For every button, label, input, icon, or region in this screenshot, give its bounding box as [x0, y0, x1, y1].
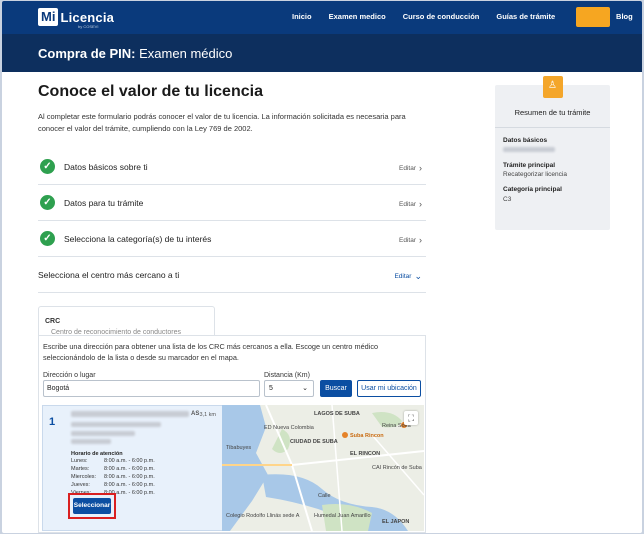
search-button[interactable]: Buscar: [320, 380, 352, 397]
step-centro[interactable]: Selecciona el centro más cercano a ti Ed…: [38, 257, 426, 293]
map-label: EL JAPON: [382, 519, 410, 525]
fullscreen-icon[interactable]: ⛶: [404, 411, 418, 425]
top-navigation: Mi Licencia by COSEVI Inicio Examen medi…: [2, 1, 642, 34]
map-label: CIUDAD DE SUBA: [290, 439, 338, 445]
step-label: Datos básicos sobre ti: [64, 162, 148, 172]
hours-time: 8:00 a.m. - 6:00 p.m.: [104, 466, 155, 472]
hours-row: Jueves: 8:00 a.m. - 6:00 p.m.: [71, 482, 155, 488]
account-button[interactable]: [576, 7, 610, 27]
page-title: Conoce el valor de tu licencia: [38, 83, 263, 100]
redacted-name: [71, 411, 189, 417]
page-header-title: Compra de PIN: Examen médico: [38, 46, 232, 61]
id-card-icon: ♙: [543, 76, 563, 98]
map-label: CAI Rincón de Suba: [372, 465, 422, 471]
map-label: ED Nueva Colombia: [264, 425, 314, 431]
result-name-suffix: AS: [191, 411, 200, 417]
divider: [495, 127, 610, 128]
hours-time: 8:00 a.m. - 6:00 p.m.: [104, 482, 155, 488]
map-label: Colegio Rodolfo Llinás sede A: [226, 513, 300, 519]
tab-label: CRC Centro de reconocimiento de conducto…: [45, 318, 181, 336]
edit-link[interactable]: Editar ›: [399, 234, 422, 245]
check-icon: ✓: [40, 159, 55, 174]
result-index: 1: [49, 416, 56, 428]
summary-key: Trámite principal: [503, 162, 556, 169]
map-label: EL RINCON: [350, 451, 381, 457]
chevron-right-icon: ›: [419, 235, 422, 245]
map-label: Suba Rincon: [350, 433, 384, 439]
hours-day: Miercoles:: [71, 474, 97, 480]
hours-row: Lunes: 8:00 a.m. - 6:00 p.m.: [71, 458, 155, 464]
intro-text: Al completar este formulario podrás cono…: [38, 112, 406, 133]
distance-value: 5: [269, 385, 273, 392]
step-label: Selecciona la categoría(s) de tu interés: [64, 234, 212, 244]
logo-mi: Mi: [38, 8, 59, 26]
summary-key: Datos básicos: [503, 137, 548, 144]
step-categoria[interactable]: ✓ Selecciona la categoría(s) de tu inter…: [38, 221, 426, 257]
edit-label: Editar: [399, 165, 416, 172]
select-button[interactable]: Seleccionar: [73, 498, 111, 514]
hours-day: Martes:: [71, 466, 90, 472]
redacted-value: [503, 147, 555, 152]
logo-word: Licencia: [60, 9, 115, 25]
edit-link[interactable]: Editar ›: [399, 198, 422, 209]
summary-title: Resumen de tu trámite: [514, 108, 591, 117]
header-prefix: Compra de PIN:: [38, 46, 136, 61]
header-title: Examen médico: [139, 46, 233, 61]
hours-title: Horario de atención: [71, 451, 123, 457]
address-label: Dirección o lugar: [43, 372, 96, 379]
nav-link-curso[interactable]: Curso de conducción: [403, 12, 480, 21]
chevron-right-icon: ›: [419, 163, 422, 173]
tab-abbr: CRC: [45, 318, 61, 325]
map-label: Calle: [318, 493, 331, 499]
nav-link-inicio[interactable]: Inicio: [292, 12, 312, 21]
result-card[interactable]: 1 AS 3,1 km Horario de atención Lunes: 8:…: [42, 405, 223, 531]
hours-row: Martes: 8:00 a.m. - 6:00 p.m.: [71, 466, 155, 472]
result-distance: 3,1 km: [199, 412, 216, 418]
nav-link-guias-label: Guías de trámite: [496, 12, 556, 21]
edit-label: Editar: [394, 273, 412, 280]
tab-crc[interactable]: CRC Centro de reconocimiento de conducto…: [38, 306, 215, 336]
map-label: LAGOS DE SUBA: [314, 411, 360, 417]
summary-value: C3: [503, 196, 512, 203]
hours-row: Miercoles: 8:00 a.m. - 6:00 p.m.: [71, 474, 155, 480]
distance-label: Distancia (Km): [264, 372, 310, 379]
check-icon: ✓: [40, 231, 55, 246]
summary-panel: ♙ Resumen de tu trámite Datos básicos Tr…: [495, 76, 610, 230]
map-label: Humedal Juan Amarillo: [314, 513, 371, 519]
edit-label: Editar: [399, 201, 416, 208]
step-label: Selecciona el centro más cercano a ti: [38, 270, 180, 280]
map[interactable]: LAGOS DE SUBA Reina Sofía ED Nueva Colom…: [222, 405, 424, 531]
address-input[interactable]: Bogotá: [43, 380, 260, 397]
edit-label: Editar: [399, 237, 416, 244]
chevron-down-icon: ⌄: [414, 271, 422, 281]
nav-link-blog[interactable]: Blog: [616, 12, 633, 21]
step-datos-basicos[interactable]: ✓ Datos básicos sobre ti Editar ›: [38, 149, 426, 185]
step-datos-tramite[interactable]: ✓ Datos para tu trámite Editar ›: [38, 185, 426, 221]
summary-value: Recategorizar licencia: [503, 171, 567, 178]
hours-day: Lunes:: [71, 458, 88, 464]
step-label: Datos para tu trámite: [64, 198, 144, 208]
crc-panel: Escribe una dirección para obtener una l…: [38, 335, 426, 533]
logo-subtitle: by COSEVI: [78, 24, 99, 29]
summary-key: Categoría principal: [503, 186, 562, 193]
redacted-address: [71, 431, 135, 436]
check-icon: ✓: [40, 195, 55, 210]
use-location-button[interactable]: Usar mi ubicación: [357, 380, 421, 397]
chevron-right-icon: ›: [419, 199, 422, 209]
edit-link[interactable]: Editar ›: [399, 162, 422, 173]
hours-time: 8:00 a.m. - 6:00 p.m.: [104, 474, 155, 480]
redacted-address: [71, 422, 161, 427]
nav-link-examen-medico[interactable]: Examen medico: [329, 12, 386, 21]
hours-day: Jueves:: [71, 482, 90, 488]
distance-select[interactable]: 5 ⌄: [264, 380, 314, 397]
browser-page: Mi Licencia by COSEVI Inicio Examen medi…: [2, 1, 642, 533]
redacted-phone: [71, 439, 111, 444]
map-label: Tibabuyes: [226, 445, 252, 451]
search-description: Escribe una dirección para obtener una l…: [43, 342, 379, 362]
logo[interactable]: Mi Licencia by COSEVI: [38, 7, 115, 29]
chevron-down-icon: ⌄: [302, 385, 308, 392]
hours-time: 8:00 a.m. - 6:00 p.m.: [104, 458, 155, 464]
edit-link[interactable]: Editar ⌄: [394, 270, 422, 281]
page-header-band: Compra de PIN: Examen médico: [2, 34, 642, 72]
